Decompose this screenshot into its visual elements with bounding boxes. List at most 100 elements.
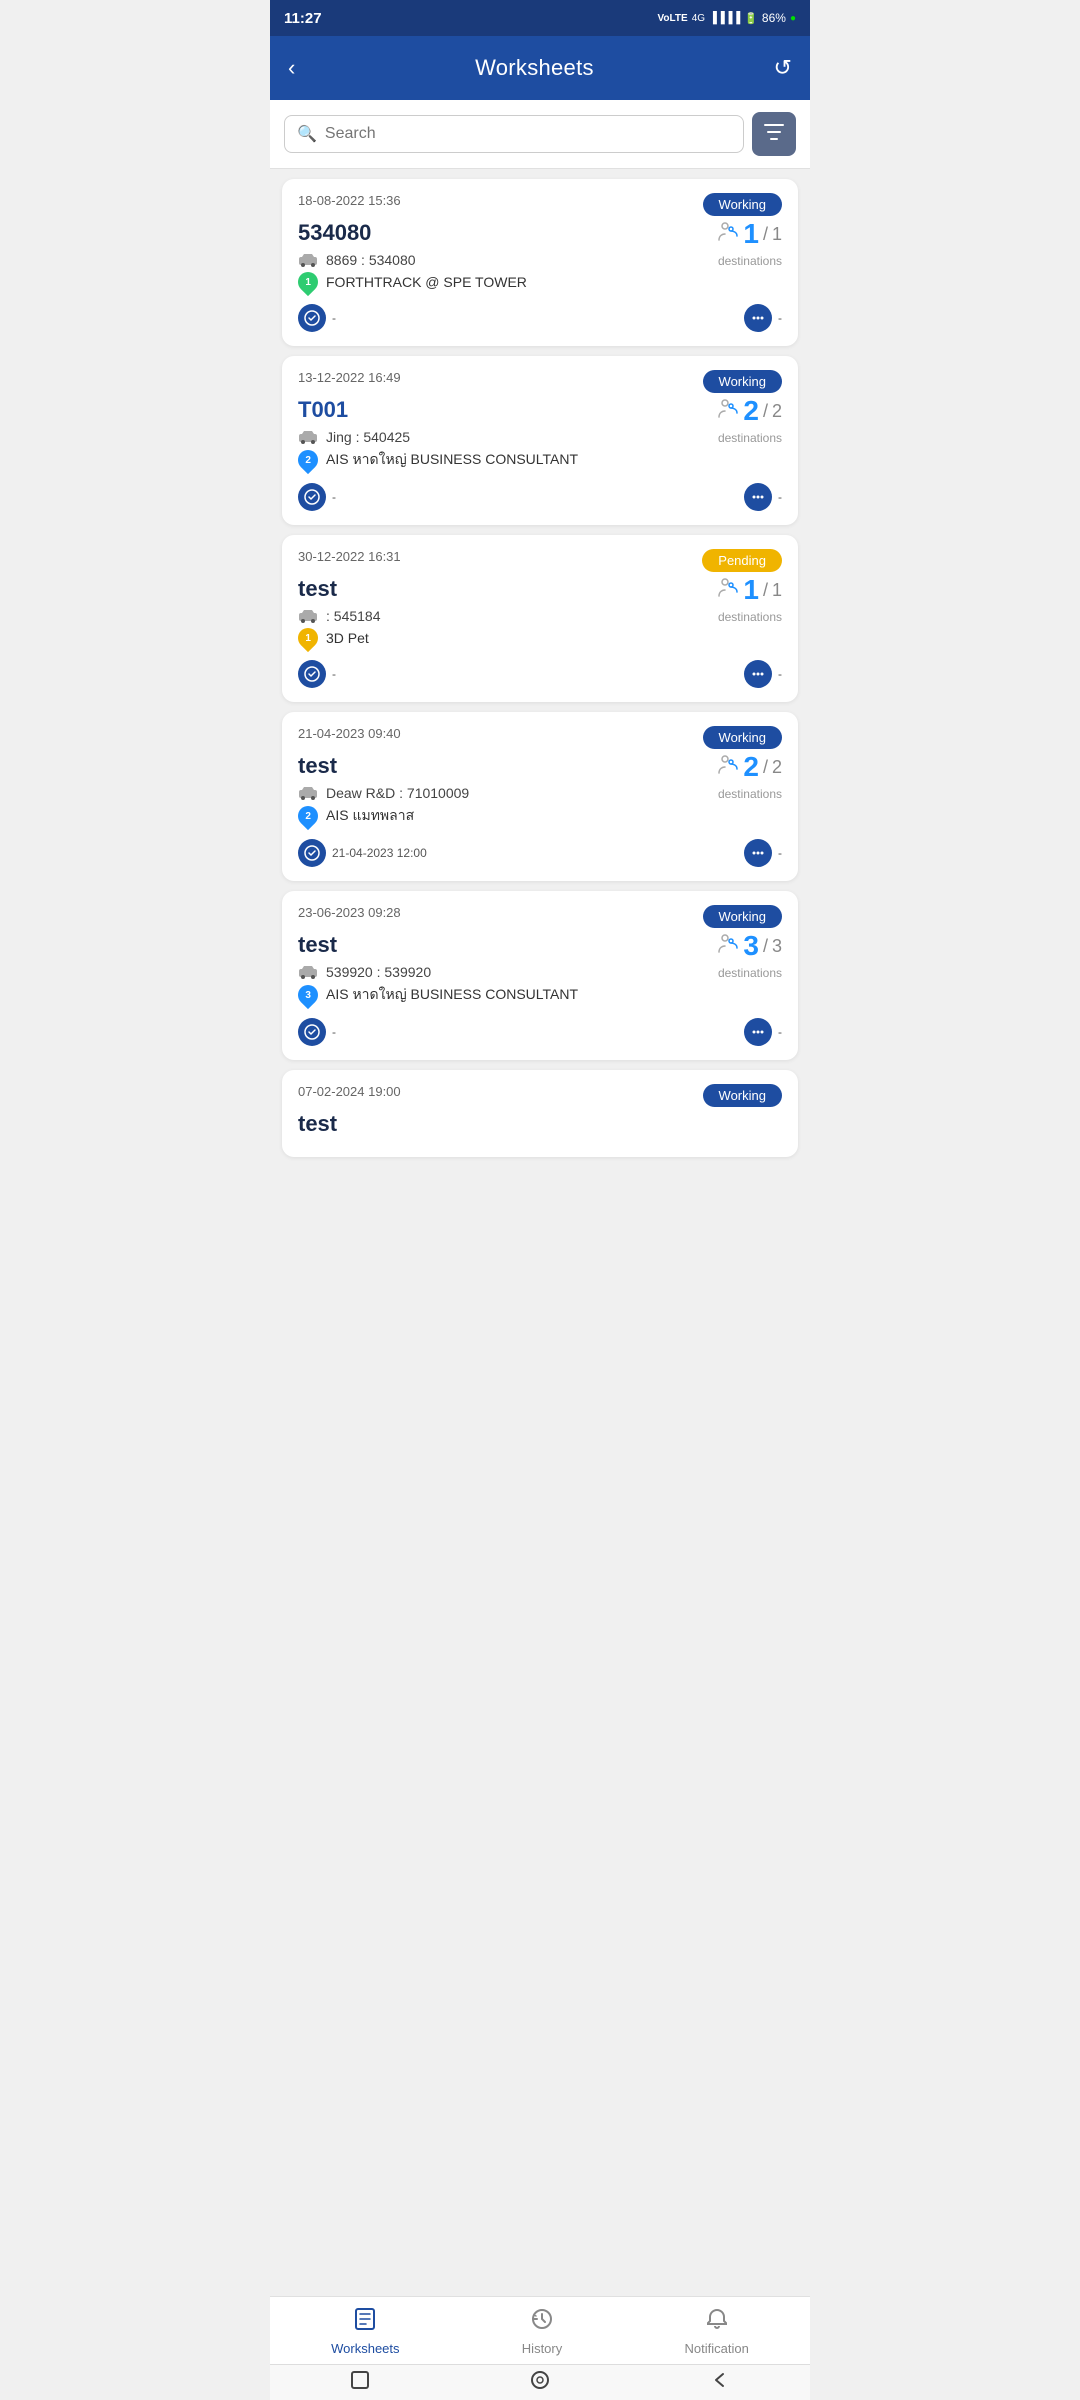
status-badge: Working [703, 905, 782, 928]
card-id: test [298, 576, 717, 602]
arrive-icon[interactable] [298, 1018, 326, 1046]
footer-left-text: 21-04-2023 12:00 [332, 846, 427, 860]
location-marker-icon: 3 [294, 981, 322, 1009]
refresh-button[interactable]: ↺ [774, 55, 792, 81]
card-footer-left: - [298, 304, 336, 332]
more-icon[interactable] [744, 304, 772, 332]
location-number: 1 [305, 633, 311, 644]
destinations-label: destinations [718, 431, 782, 445]
arrive-icon[interactable] [298, 660, 326, 688]
battery-icon: 🔋 [744, 12, 758, 25]
page-title: Worksheets [475, 55, 594, 81]
bottom-nav: Worksheets History Notification [270, 2296, 810, 2364]
card-datetime: 18-08-2022 15:36 [298, 193, 401, 208]
home-button[interactable] [349, 2369, 371, 2396]
card-left: test Deaw R&D : 71010009 2 AIS แมทพลาส [298, 753, 717, 831]
status-badge: Working [703, 726, 782, 749]
more-icon[interactable] [744, 839, 772, 867]
card-body: test Deaw R&D : 71010009 2 AIS แมทพลาส [298, 753, 782, 831]
card-footer: - - [298, 660, 782, 688]
search-icon: 🔍 [297, 124, 317, 144]
card-footer: - - [298, 304, 782, 332]
card-id: test [298, 753, 717, 779]
card-header: 30-12-2022 16:31 Pending [298, 549, 782, 572]
card-datetime: 07-02-2024 19:00 [298, 1084, 401, 1099]
card-body: test : 545184 1 3D Pet [298, 576, 782, 652]
dest-total-number: 1 [772, 580, 782, 601]
recents-button[interactable] [529, 2369, 551, 2396]
dest-total-number: 1 [772, 224, 782, 245]
card-footer-left: - [298, 660, 336, 688]
footer-left-text: - [332, 667, 336, 681]
signal-icon: ▐▐▐▐ [709, 12, 740, 24]
vehicle-info: 8869 : 534080 [326, 252, 416, 268]
destinations-info: 2 / 2 destinations [717, 397, 782, 445]
nav-notification[interactable]: Notification [685, 2307, 749, 2356]
nav-notification-label: Notification [685, 2341, 749, 2356]
filter-button[interactable] [752, 112, 796, 156]
card-location-row: 2 AIS หาดใหญ่ BUSINESS CONSULTANT [298, 449, 717, 471]
card-id: test [298, 932, 717, 958]
person-route-icon [717, 221, 739, 248]
card-right: 1 / 1 destinations [717, 220, 782, 268]
footer-right-text: - [778, 311, 782, 325]
status-bar: 11:27 VoLTE 4G ▐▐▐▐ 🔋 86% ● [270, 0, 810, 36]
car-icon [298, 253, 318, 267]
worksheet-card[interactable]: 30-12-2022 16:31 Pending test : 545184 [282, 535, 798, 702]
location-marker-icon: 2 [294, 802, 322, 830]
more-icon[interactable] [744, 660, 772, 688]
location-number: 3 [305, 990, 311, 1001]
footer-left-text: - [332, 311, 336, 325]
card-footer: - - [298, 483, 782, 511]
nav-worksheets-label: Worksheets [331, 2341, 399, 2356]
more-icon[interactable] [744, 483, 772, 511]
back-button[interactable]: ‹ [288, 55, 295, 81]
more-icon[interactable] [744, 1018, 772, 1046]
dest-count: 2 / 2 [717, 397, 782, 425]
card-vehicle-row: Deaw R&D : 71010009 [298, 785, 717, 801]
card-body: test 539920 : 539920 3 AIS หาดใหญ่ BUSIN… [298, 932, 782, 1010]
location-number: 1 [305, 277, 311, 288]
location-marker-icon: 2 [294, 446, 322, 474]
arrive-icon[interactable] [298, 483, 326, 511]
system-bar [270, 2364, 810, 2400]
footer-left-text: - [332, 490, 336, 504]
vehicle-info: Jing : 540425 [326, 429, 410, 445]
destinations-label: destinations [718, 254, 782, 268]
arrive-icon[interactable] [298, 839, 326, 867]
history-nav-icon [530, 2307, 554, 2337]
card-right: 1 / 1 destinations [717, 576, 782, 624]
worksheet-card[interactable]: 13-12-2022 16:49 Working T001 Jing : 540… [282, 356, 798, 525]
nav-worksheets[interactable]: Worksheets [331, 2307, 399, 2356]
card-vehicle-row: : 545184 [298, 608, 717, 624]
card-header: 13-12-2022 16:49 Working [298, 370, 782, 393]
arrive-icon[interactable] [298, 304, 326, 332]
card-left: 534080 8869 : 534080 1 FORTHTRACK @ SPE … [298, 220, 717, 296]
nav-history[interactable]: History [522, 2307, 562, 2356]
worksheet-card[interactable]: 18-08-2022 15:36 Working 534080 8869 : 5… [282, 179, 798, 346]
destinations-label: destinations [718, 966, 782, 980]
card-right: 2 / 2 destinations [717, 753, 782, 801]
footer-left-text: - [332, 1025, 336, 1039]
card-left: test : 545184 1 3D Pet [298, 576, 717, 652]
back-nav-button[interactable] [709, 2369, 731, 2396]
card-location-row: 1 3D Pet [298, 628, 717, 648]
card-left: T001 Jing : 540425 2 AIS หาดใหญ่ BUSINES… [298, 397, 717, 475]
card-header: 07-02-2024 19:00 Working [298, 1084, 782, 1107]
destinations-info: 1 / 1 destinations [717, 576, 782, 624]
worksheet-card[interactable]: 07-02-2024 19:00 Working test [282, 1070, 798, 1157]
worksheet-card[interactable]: 23-06-2023 09:28 Working test 539920 : 5… [282, 891, 798, 1060]
search-input[interactable] [325, 125, 731, 143]
worksheet-card[interactable]: 21-04-2023 09:40 Working test Deaw R&D :… [282, 712, 798, 881]
car-icon [298, 786, 318, 800]
network-icon: 4G [692, 13, 705, 24]
card-left: test 539920 : 539920 3 AIS หาดใหญ่ BUSIN… [298, 932, 717, 1010]
card-location-row: 3 AIS หาดใหญ่ BUSINESS CONSULTANT [298, 984, 717, 1006]
dest-current-number: 2 [743, 397, 759, 425]
location-number: 2 [305, 811, 311, 822]
card-vehicle-row: Jing : 540425 [298, 429, 717, 445]
search-input-wrapper[interactable]: 🔍 [284, 115, 744, 153]
worksheets-list: 18-08-2022 15:36 Working 534080 8869 : 5… [270, 169, 810, 1237]
destinations-info: 1 / 1 destinations [717, 220, 782, 268]
location-name: 3D Pet [326, 630, 369, 646]
